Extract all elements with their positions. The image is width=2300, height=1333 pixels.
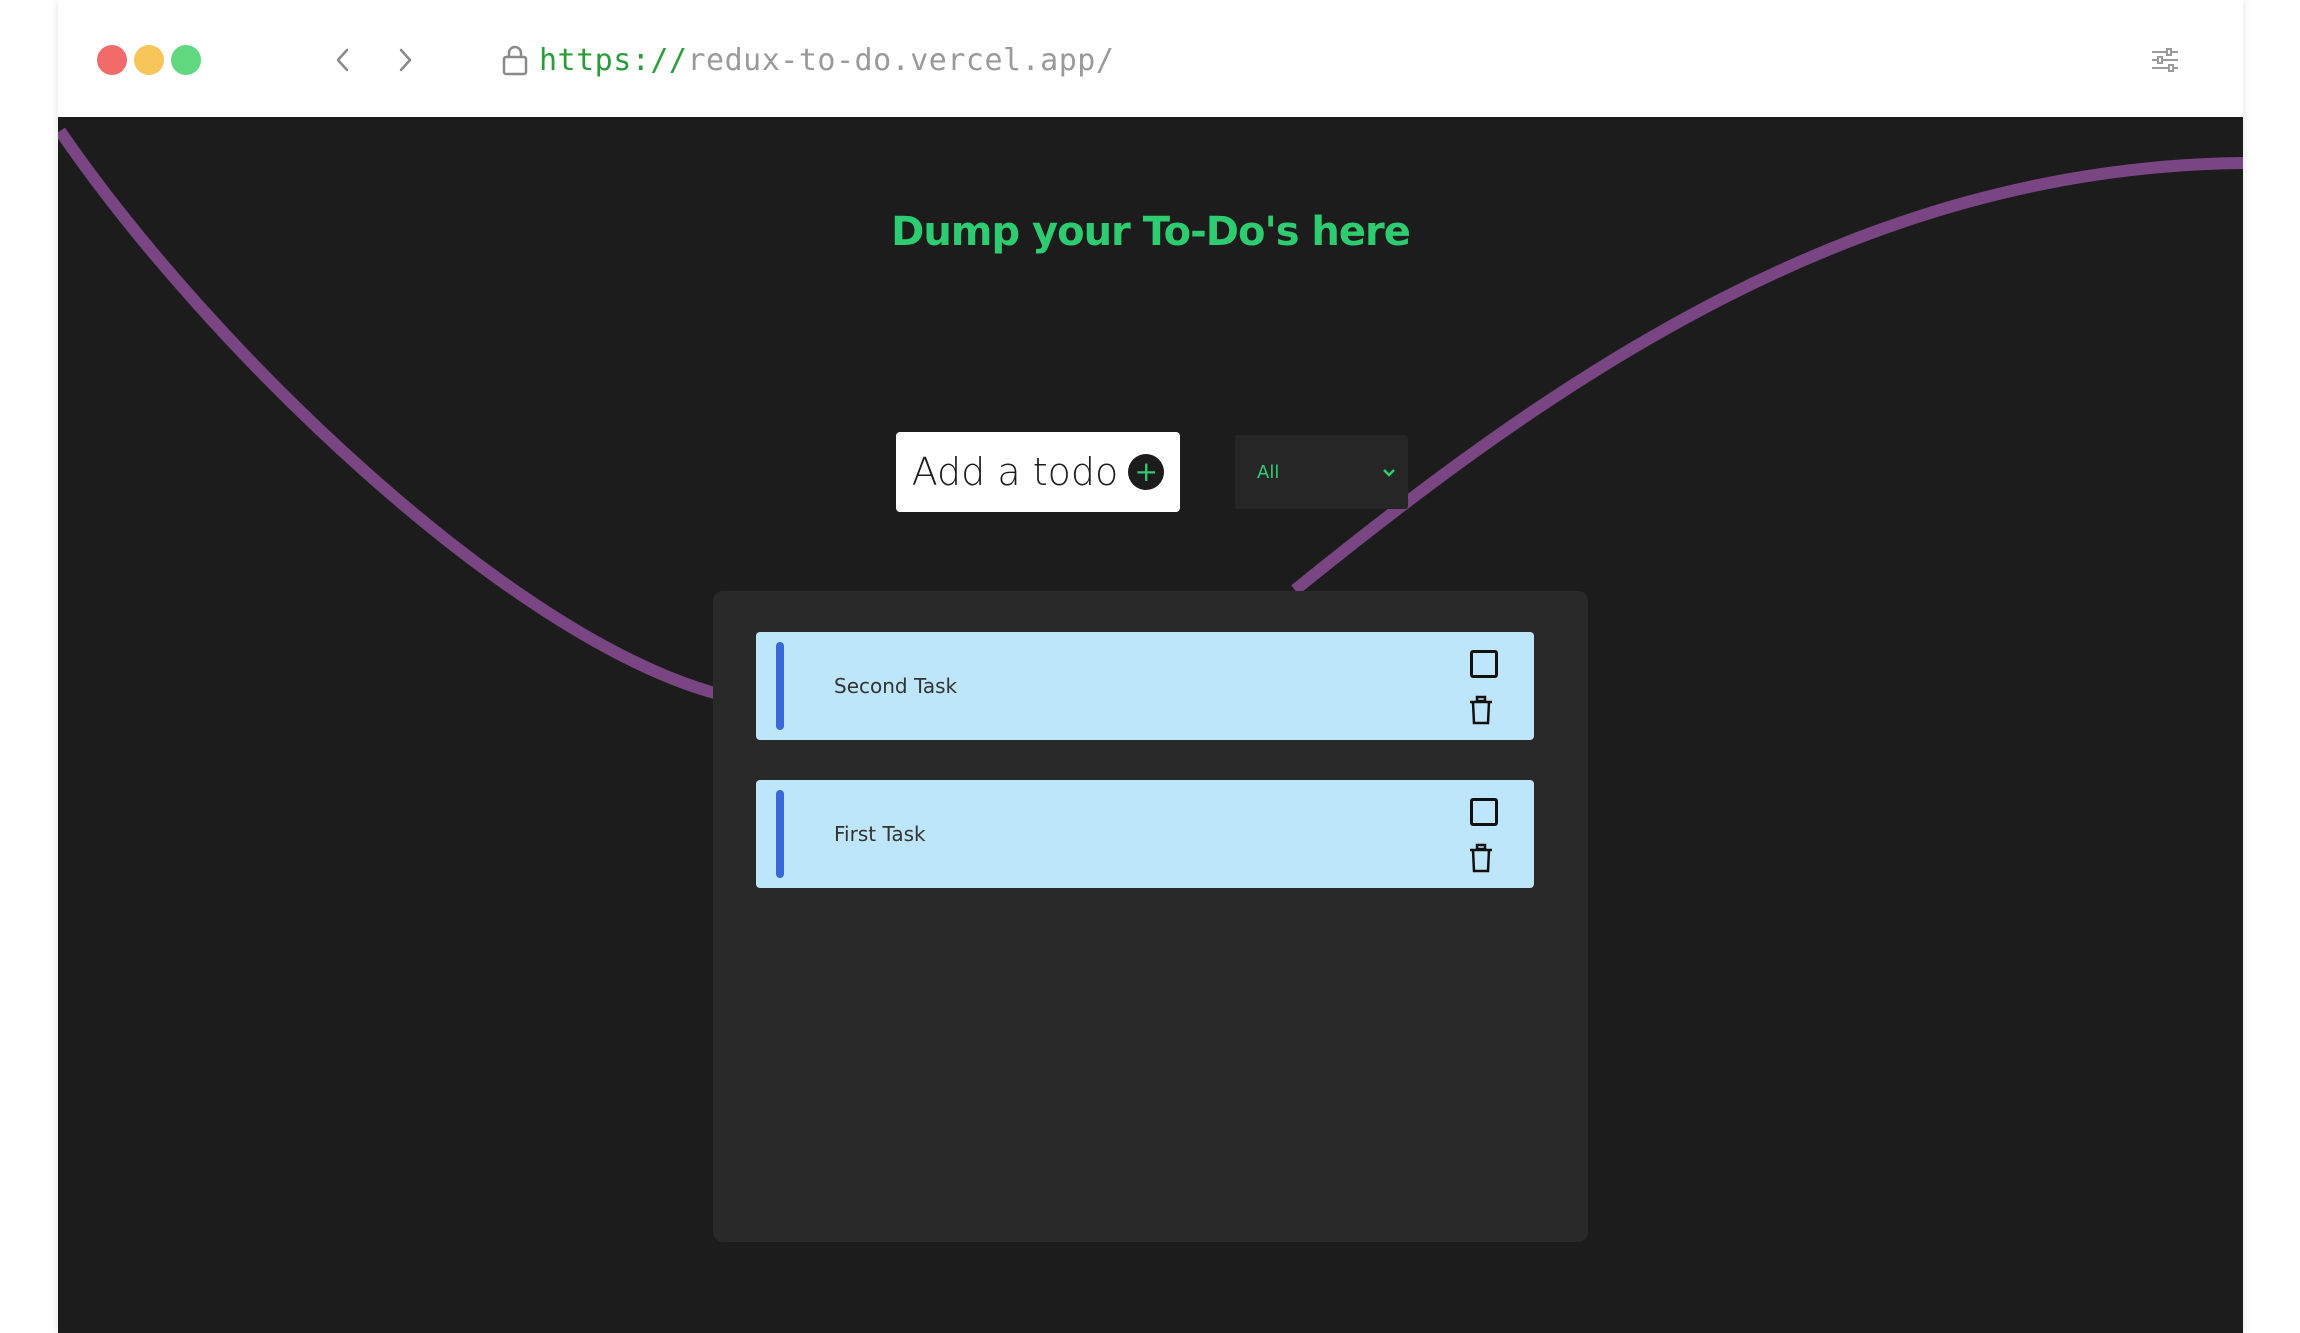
browser-toolbar: https://redux-to-do.vercel.app/ — [58, 0, 2243, 118]
address-bar[interactable]: https://redux-to-do.vercel.app/ — [501, 36, 1114, 84]
todo-text: First Task — [834, 822, 926, 846]
page-title: Dump your To-Do's here — [891, 209, 1411, 255]
todo-text: Second Task — [834, 674, 958, 698]
page-viewport: Dump your To-Do's here Add a todo + All … — [58, 117, 2243, 1333]
forward-arrow-icon[interactable] — [385, 40, 425, 80]
todo-item: Second Task — [756, 632, 1534, 740]
todo-accent-bar — [776, 790, 784, 878]
complete-checkbox[interactable] — [1470, 650, 1498, 678]
filter-selected-value: All — [1257, 461, 1280, 483]
status-filter-select[interactable]: All — [1235, 435, 1408, 509]
browser-window: https://redux-to-do.vercel.app/ Dump you… — [58, 0, 2243, 1333]
chevron-down-icon — [1382, 462, 1396, 483]
lock-icon — [501, 44, 529, 76]
trash-icon[interactable] — [1468, 843, 1494, 877]
complete-checkbox[interactable] — [1470, 798, 1498, 826]
close-window-button[interactable] — [97, 45, 127, 75]
url-scheme: https:// — [539, 42, 688, 78]
todo-accent-bar — [776, 642, 784, 730]
back-arrow-icon[interactable] — [323, 40, 363, 80]
todo-list-panel: Second Task First Task — [713, 591, 1588, 1242]
todo-item: First Task — [756, 780, 1534, 888]
sliders-icon[interactable] — [2145, 40, 2185, 80]
url-host: redux-to-do.vercel.app/ — [687, 42, 1115, 78]
trash-icon[interactable] — [1468, 695, 1494, 729]
add-todo-button[interactable]: Add a todo + — [896, 432, 1180, 512]
maximize-window-button[interactable] — [171, 45, 201, 75]
minimize-window-button[interactable] — [134, 45, 164, 75]
add-todo-label: Add a todo — [911, 450, 1119, 494]
plus-icon: + — [1128, 454, 1165, 490]
